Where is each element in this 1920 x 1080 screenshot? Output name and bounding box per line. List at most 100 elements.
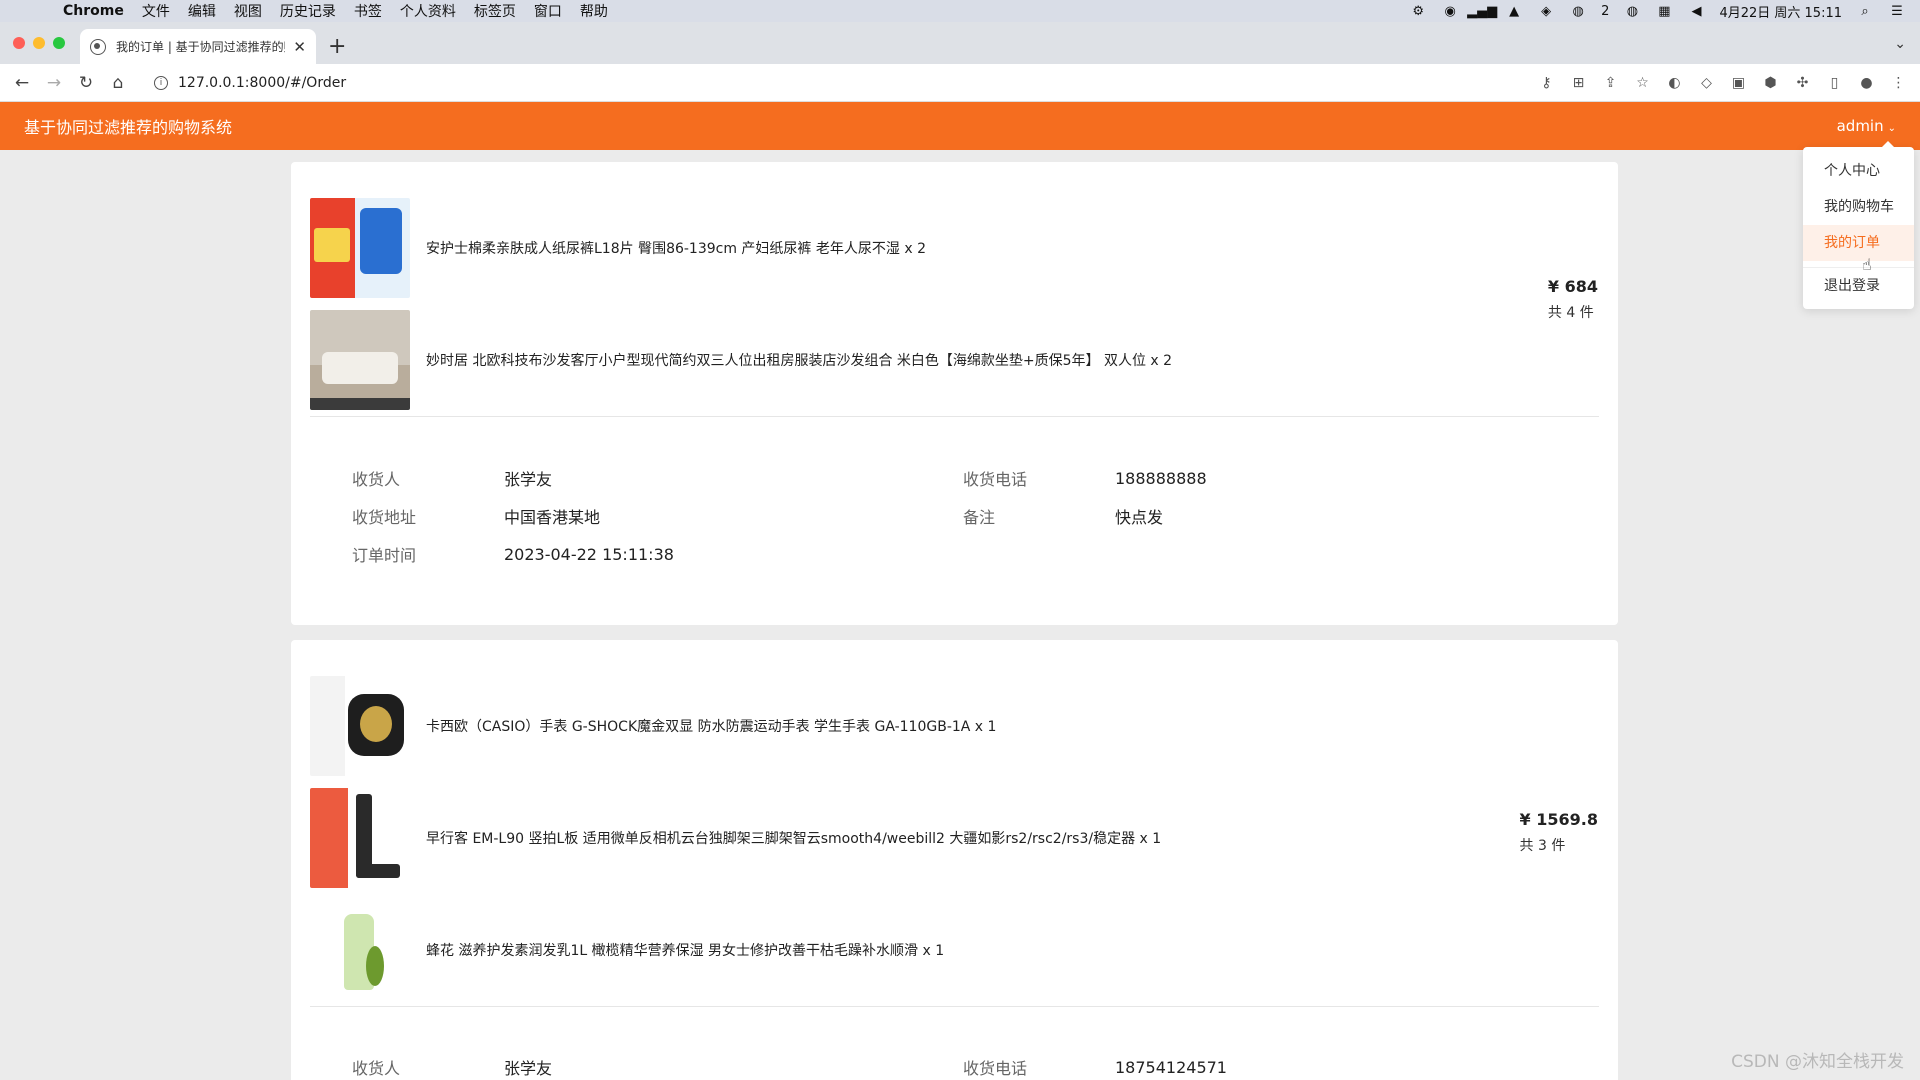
order-total-price: ¥ 1569.8 bbox=[1519, 810, 1598, 829]
new-tab-icon[interactable]: + bbox=[328, 34, 346, 59]
menu-bookmarks[interactable]: 书签 bbox=[345, 1, 391, 21]
menu-item-cart[interactable]: 我的购物车 bbox=[1803, 189, 1914, 225]
order-item-name: 妙时居 北欧科技布沙发客厅小户型现代简约双三人位出租房服装店沙发组合 米白色【海… bbox=[426, 353, 1173, 369]
gear-icon[interactable]: ⚙ bbox=[1409, 4, 1427, 19]
menu-item-logout[interactable]: 退出登录 bbox=[1803, 267, 1914, 303]
key-icon[interactable]: ⚷ bbox=[1537, 75, 1556, 91]
phone-value: 18754124571 bbox=[1115, 1057, 1227, 1077]
menu-profile[interactable]: 个人资料 bbox=[391, 1, 465, 21]
signal-icon[interactable]: ▂▄▆ bbox=[1467, 4, 1497, 19]
detail-row: 收货人 张学友 收货电话 18754124571 bbox=[352, 1048, 1578, 1080]
sofa-product-image bbox=[310, 310, 410, 410]
address-url[interactable]: 127.0.0.1:8000/#/Order bbox=[178, 75, 346, 91]
order-card: 安护士棉柔亲肤成人纸尿裤L18片 臀围86-139cm 产妇纸尿裤 老年人尿不湿… bbox=[291, 162, 1618, 625]
search-icon[interactable]: ⌕ bbox=[1856, 4, 1874, 19]
order-item: 妙时居 北欧科技布沙发客厅小户型现代简约双三人位出租房服装店沙发组合 米白色【海… bbox=[310, 304, 1599, 416]
profile-avatar-icon[interactable]: ● bbox=[1857, 75, 1876, 91]
bookmark-star-icon[interactable]: ☆ bbox=[1633, 75, 1652, 91]
translate-icon[interactable]: ⊞ bbox=[1569, 75, 1588, 91]
menu-window[interactable]: 窗口 bbox=[525, 1, 571, 21]
order-time-value: 2023-04-22 15:11:38 bbox=[504, 544, 674, 564]
order-item: 早行客 EM-L90 竖拍L板 适用微单反相机云台独脚架三脚架智云smooth4… bbox=[310, 782, 1599, 894]
receiver-label: 收货人 bbox=[352, 470, 401, 489]
extensions-puzzle-icon[interactable]: ✣ bbox=[1793, 75, 1812, 91]
receiver-label: 收货人 bbox=[352, 1059, 401, 1078]
volume-icon[interactable]: ◀ bbox=[1687, 4, 1705, 19]
wechat-badge-count: 2 bbox=[1601, 3, 1610, 19]
user-menu-trigger[interactable]: admin ⌄ bbox=[1837, 117, 1896, 135]
tab-close-icon[interactable]: ✕ bbox=[293, 38, 306, 56]
extension-badge-icon[interactable]: ▣ bbox=[1729, 75, 1748, 91]
phone-value: 188888888 bbox=[1115, 468, 1207, 488]
order-item: 安护士棉柔亲肤成人纸尿裤L18片 臀围86-139cm 产妇纸尿裤 老年人尿不湿… bbox=[310, 192, 1599, 304]
user-name: admin bbox=[1836, 117, 1884, 135]
receiver-value: 张学友 bbox=[504, 470, 553, 489]
menu-item-profile[interactable]: 个人中心 bbox=[1803, 153, 1914, 189]
app-header: 基于协同过滤推荐的购物系统 admin ⌄ bbox=[0, 102, 1920, 150]
order-card: 卡西欧（CASIO）手表 G-SHOCK魔金双显 防水防震运动手表 学生手表 G… bbox=[291, 640, 1618, 1080]
menu-item-orders[interactable]: 我的订单 bbox=[1803, 225, 1914, 261]
window-controls bbox=[13, 37, 65, 49]
tab-favicon-icon bbox=[90, 38, 106, 55]
order-details: 收货人 张学友 收货电话 18754124571 bbox=[352, 1048, 1578, 1080]
browser-toolbar: ← → ↻ ⌂ i 127.0.0.1:8000/#/Order ⚷ ⊞ ⇪ ☆… bbox=[0, 64, 1920, 102]
extension-cat-icon[interactable]: ◐ bbox=[1665, 75, 1684, 91]
browser-tab-active[interactable]: 我的订单 | 基于协同过滤推荐的购 ✕ bbox=[80, 29, 316, 64]
macos-menubar: Chrome 文件 编辑 视图 历史记录 书签 个人资料 标签页 窗口 帮助 ⚙… bbox=[0, 0, 1920, 22]
side-panel-icon[interactable]: ▯ bbox=[1825, 75, 1844, 91]
menu-edit[interactable]: 编辑 bbox=[179, 1, 225, 21]
note-label: 备注 bbox=[963, 508, 996, 527]
csdn-watermark: CSDN @沐知全栈开发 bbox=[1731, 1052, 1904, 1072]
toolbar-actions: ⚷ ⊞ ⇪ ☆ ◐ ◇ ▣ ⬢ ✣ ▯ ● ⋮ bbox=[1537, 75, 1920, 91]
order-summary: ¥ 684 共 4 件 bbox=[1548, 277, 1598, 322]
control-center-icon[interactable]: ☰ bbox=[1888, 4, 1906, 19]
shampoo-product-image bbox=[310, 900, 410, 1000]
app-brand-title: 基于协同过滤推荐的购物系统 bbox=[24, 118, 233, 137]
home-icon[interactable]: ⌂ bbox=[102, 73, 134, 93]
wechat-icon[interactable]: ◍ bbox=[1623, 4, 1641, 19]
menubar-datetime[interactable]: 4月22日 周六 15:11 bbox=[1719, 2, 1842, 21]
address-label: 收货地址 bbox=[352, 508, 417, 527]
mountain-icon[interactable]: ▲ bbox=[1505, 4, 1523, 19]
record-icon[interactable]: ◉ bbox=[1441, 4, 1459, 19]
detail-row: 收货地址 中国香港某地 备注 快点发 bbox=[352, 497, 1578, 535]
tab-title: 我的订单 | 基于协同过滤推荐的购 bbox=[116, 40, 286, 54]
input-method-icon[interactable]: ▦ bbox=[1655, 4, 1673, 19]
back-arrow-icon[interactable]: ← bbox=[6, 73, 38, 93]
order-total-price: ¥ 684 bbox=[1547, 277, 1598, 296]
note-value: 快点发 bbox=[1115, 508, 1164, 527]
menubar-status-area: ⚙ ◉ ▂▄▆ ▲ ◈ ◍ 2 ◍ ▦ ◀ 4月22日 周六 15:11 ⌕ ☰ bbox=[1409, 2, 1920, 21]
reload-icon[interactable]: ↻ bbox=[70, 73, 102, 93]
close-window-icon[interactable] bbox=[13, 37, 25, 49]
order-item-name: 安护士棉柔亲肤成人纸尿裤L18片 臀围86-139cm 产妇纸尿裤 老年人尿不湿… bbox=[426, 241, 926, 257]
menu-app-name[interactable]: Chrome bbox=[54, 3, 133, 19]
address-bar[interactable]: i 127.0.0.1:8000/#/Order bbox=[142, 68, 1502, 98]
order-time-label: 订单时间 bbox=[352, 546, 417, 565]
order-item-count: 共 3 件 bbox=[1519, 838, 1566, 854]
user-dropdown-menu: 个人中心 我的购物车 我的订单 退出登录 bbox=[1803, 141, 1914, 309]
phone-label: 收货电话 bbox=[963, 470, 1028, 489]
tab-search-chevron-icon[interactable]: ⌄ bbox=[1894, 36, 1906, 52]
forward-arrow-icon[interactable]: → bbox=[38, 73, 70, 93]
zoom-window-icon[interactable] bbox=[53, 37, 65, 49]
more-menu-icon[interactable]: ⋮ bbox=[1889, 75, 1908, 91]
order-item-name: 卡西欧（CASIO）手表 G-SHOCK魔金双显 防水防震运动手表 学生手表 G… bbox=[426, 719, 997, 735]
phone-label: 收货电话 bbox=[963, 1059, 1028, 1078]
chat-icon[interactable]: ◍ bbox=[1569, 4, 1587, 19]
menu-tabs[interactable]: 标签页 bbox=[465, 1, 525, 21]
menu-view[interactable]: 视图 bbox=[225, 1, 271, 21]
menu-help[interactable]: 帮助 bbox=[571, 1, 617, 21]
shield-icon[interactable]: ◈ bbox=[1537, 4, 1555, 19]
order-summary: ¥ 1569.8 共 3 件 bbox=[1520, 810, 1598, 855]
minimize-window-icon[interactable] bbox=[33, 37, 45, 49]
share-icon[interactable]: ⇪ bbox=[1601, 75, 1620, 91]
extension-hex-icon[interactable]: ⬢ bbox=[1761, 75, 1780, 91]
detail-row: 收货人 张学友 收货电话 188888888 bbox=[352, 459, 1578, 497]
site-info-icon[interactable]: i bbox=[154, 75, 168, 90]
order-items-list: 安护士棉柔亲肤成人纸尿裤L18片 臀围86-139cm 产妇纸尿裤 老年人尿不湿… bbox=[310, 192, 1599, 417]
extension-layers-icon[interactable]: ◇ bbox=[1697, 75, 1716, 91]
menu-file[interactable]: 文件 bbox=[133, 1, 179, 21]
order-details: 收货人 张学友 收货电话 188888888 收货地址 中国香港某地 备注 快点… bbox=[352, 459, 1578, 573]
menu-history[interactable]: 历史记录 bbox=[271, 1, 345, 21]
camera-bracket-product-image bbox=[310, 788, 410, 888]
